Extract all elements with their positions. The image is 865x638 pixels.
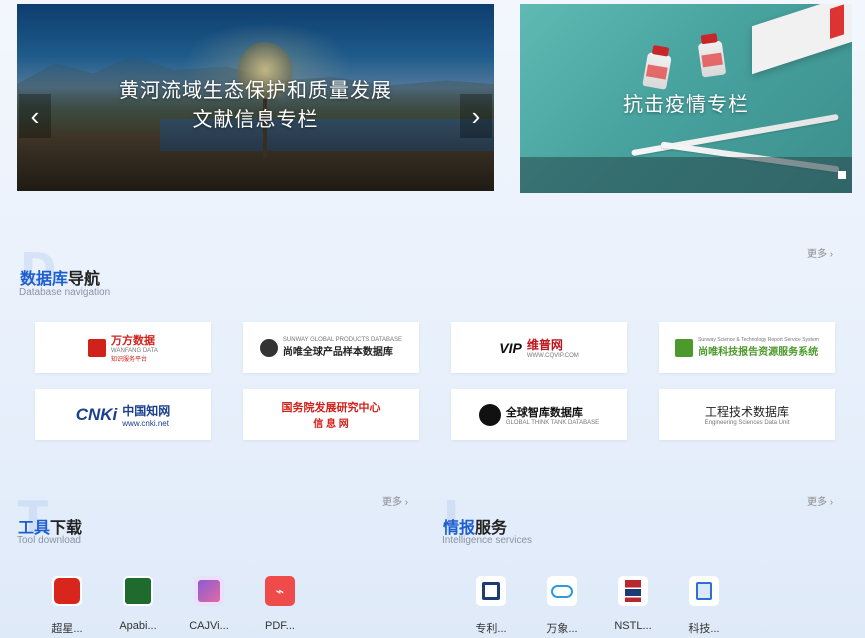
db-card-wanfang[interactable]: 万方数据 WANFANG DATA 知识服务平台 (35, 322, 211, 373)
medicine-box-image (752, 4, 852, 75)
database-nav-title-rest: 导航 (68, 271, 101, 288)
db-logo: VIP 维普网 WWW.CQVIP.COM (499, 336, 578, 359)
banner-title-line1: 黄河流域生态保护和质量发展 (119, 80, 392, 102)
db-sub: Engineering Sciences Data Unit (704, 420, 790, 426)
patent-icon (482, 582, 500, 600)
tool-download-subtitle: Tool download (17, 535, 81, 546)
db-card-drc[interactable]: 国务院发展研究中心 信 息 网 (243, 389, 419, 440)
tool-label[interactable]: CAJVi... (183, 620, 235, 632)
db-card-engineering[interactable]: 工程技术数据库 Engineering Sciences Data Unit (659, 389, 835, 440)
db-logo: Sunway Science & Technology Report Servi… (675, 337, 819, 358)
vip-logo-icon: VIP (499, 339, 522, 356)
db-card-sunway-reports[interactable]: Sunway Science & Technology Report Servi… (659, 322, 835, 373)
intel-nstl-button[interactable] (618, 576, 648, 606)
document-icon (696, 582, 712, 600)
cnki-logo-icon: CNKi (75, 404, 118, 424)
db-logo: CNKi 中国知网 www.cnki.net (76, 402, 171, 428)
wanfang-logo-icon (88, 338, 107, 357)
cajviewer-icon (198, 580, 220, 602)
db-card-cnki[interactable]: CNKi 中国知网 www.cnki.net (35, 389, 211, 440)
database-nav-title-highlight: 数据库 (20, 271, 69, 288)
tool-label[interactable]: Apabi... (112, 620, 164, 632)
db-card-cqvip[interactable]: VIP 维普网 WWW.CQVIP.COM (451, 322, 627, 373)
chevron-left-icon: ‹ (30, 101, 40, 131)
db-logo: 万方数据 WANFANG DATA 知识服务平台 (88, 332, 158, 363)
db-logo: 工程技术数据库 Engineering Sciences Data Unit (705, 403, 790, 426)
database-nav-subtitle: Database navigation (19, 287, 111, 298)
banner-caption-bar (520, 157, 852, 193)
db-sub: www.cnki.net (122, 418, 169, 428)
vial-image (697, 40, 727, 78)
banner-epidemic-title: 抗击疫情专栏 (623, 94, 749, 116)
database-nav-title: 数据库导航 (20, 265, 100, 289)
tool-download-more-link[interactable]: 更多 › (382, 493, 408, 508)
db-sub: GLOBAL THINK TANK DATABASE (505, 419, 600, 426)
think-tank-logo-icon (478, 403, 501, 426)
db-sub2: 知识服务平台 (111, 357, 148, 363)
db-name: 中国知网 (122, 403, 171, 418)
db-name: 尚唯科技报告资源服务系统 (698, 347, 819, 358)
banner-yellow-river[interactable]: 黄河流域生态保护和质量发展 文献信息专栏 ‹ › (17, 4, 494, 191)
intelligence-more-link[interactable]: 更多 › (807, 493, 833, 508)
intel-label[interactable]: NSTL... (607, 620, 659, 632)
tool-pdf-button[interactable]: ⌁ (265, 576, 295, 606)
carousel-dot-indicator[interactable] (838, 171, 846, 179)
pdf-icon: ⌁ (275, 582, 285, 599)
intel-tech-button[interactable] (689, 576, 719, 606)
carousel-next-button[interactable]: › (460, 94, 492, 138)
globe-icon (259, 338, 278, 357)
tool-apabi-button[interactable] (123, 576, 153, 606)
cloud-icon (551, 584, 573, 598)
db-sub: WWW.CQVIP.COM (526, 353, 579, 359)
db-card-sunway-products[interactable]: SUNWAY GLOBAL PRODUCTS DATABASE 尚唯全球产品样本… (243, 322, 419, 373)
db-sub: 信 息 网 (313, 419, 349, 430)
intel-patent-button[interactable] (476, 576, 506, 606)
carousel-prev-button[interactable]: ‹ (19, 94, 51, 138)
db-name: 工程技术数据库 (704, 405, 789, 419)
db-card-global-think-tank[interactable]: 全球智库数据库 GLOBAL THINK TANK DATABASE (451, 389, 627, 440)
intel-label[interactable]: 万象... (536, 620, 588, 636)
db-logo: 国务院发展研究中心 信 息 网 (282, 399, 381, 430)
apabi-icon (125, 578, 151, 604)
db-name: 万方数据 (111, 335, 156, 347)
intel-wanxiang-button[interactable] (547, 576, 577, 606)
sunway-logo-icon (675, 338, 694, 357)
db-logo: 全球智库数据库 GLOBAL THINK TANK DATABASE (478, 403, 600, 426)
intel-label[interactable]: 科技... (678, 620, 730, 636)
db-name: 全球智库数据库 (505, 406, 583, 419)
banner-title-line2: 文献信息专栏 (192, 109, 319, 131)
db-name: 国务院发展研究中心 (281, 402, 381, 414)
database-nav-more-link[interactable]: 更多 › (807, 245, 833, 260)
intelligence-subtitle: Intelligence services (442, 535, 533, 546)
chevron-right-icon: › (471, 101, 481, 131)
chaoxing-icon (54, 578, 80, 604)
intel-label[interactable]: 专利... (465, 620, 517, 636)
tool-cajviewer-button[interactable] (194, 576, 224, 606)
tool-label[interactable]: PDF... (254, 620, 306, 632)
db-name: 维普网 (526, 338, 563, 352)
banner-epidemic[interactable]: 抗击疫情专栏 (520, 4, 852, 193)
vial-image (642, 52, 672, 90)
nstl-icon (625, 580, 641, 602)
db-name: 尚唯全球产品样本数据库 (282, 347, 393, 358)
db-logo: SUNWAY GLOBAL PRODUCTS DATABASE 尚唯全球产品样本… (259, 337, 402, 358)
syringe-image (631, 113, 839, 157)
tool-label[interactable]: 超星... (41, 620, 93, 636)
tool-chaoxing-button[interactable] (52, 576, 82, 606)
